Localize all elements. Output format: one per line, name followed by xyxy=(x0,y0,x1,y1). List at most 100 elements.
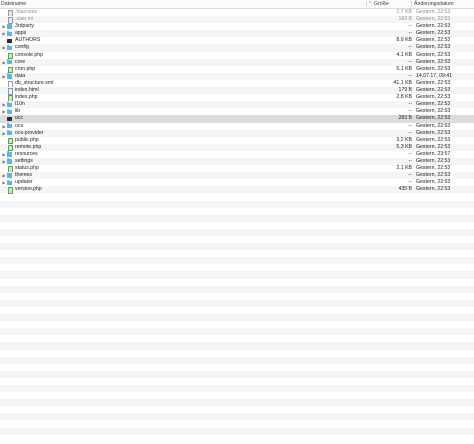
file-row[interactable]: ▶ config -- Gestern, 22:53 xyxy=(0,44,474,52)
file-size: -- xyxy=(408,157,412,164)
empty-row xyxy=(0,293,474,300)
file-row[interactable]: index.html 179 B Gestern, 22:53 xyxy=(0,87,474,95)
file-row[interactable]: ▶ l10n -- Gestern, 22:53 xyxy=(0,101,474,109)
chevron-right-icon[interactable]: ▶ xyxy=(2,59,6,66)
chevron-right-icon[interactable]: ▶ xyxy=(2,130,6,137)
file-modified-date: Gestern, 22:53 xyxy=(416,79,451,86)
file-name: index.php xyxy=(15,94,38,101)
empty-row xyxy=(0,314,474,322)
file-name: .htaccess xyxy=(15,9,37,15)
chevron-right-icon[interactable]: ▶ xyxy=(2,151,6,158)
file-modified-date: 14.07.17, 09:41 xyxy=(416,72,453,79)
file-modified-date: Gestern, 22:53 xyxy=(416,129,451,136)
file-row[interactable]: ▶ lib -- Gestern, 22:53 xyxy=(0,108,474,115)
column-separator[interactable] xyxy=(366,1,367,7)
file-name: l10n xyxy=(15,101,25,108)
file-name: ocs-provider xyxy=(15,129,44,136)
file-name: remote.php xyxy=(15,143,42,150)
file-name: db_structure.xml xyxy=(15,79,54,86)
file-row[interactable]: status.php 2,1 KB Gestern, 22:53 xyxy=(0,165,474,173)
file-row[interactable]: .user.ini 163 B Gestern, 22:53 xyxy=(0,16,474,24)
empty-row xyxy=(0,406,474,413)
file-name: config xyxy=(15,44,29,51)
file-size: -- xyxy=(408,58,412,65)
chevron-right-icon[interactable]: ▶ xyxy=(2,44,6,51)
file-row[interactable]: version.php 435 B Gestern, 22:53 xyxy=(0,186,474,195)
file-row[interactable]: ▶ core -- Gestern, 22:53 xyxy=(0,58,474,66)
chevron-right-icon[interactable]: ▶ xyxy=(2,30,6,37)
chevron-right-icon[interactable]: ▶ xyxy=(2,23,6,30)
empty-row xyxy=(0,370,474,378)
column-header-bar: Dateiname ^ Größe Änderungsdatum xyxy=(0,0,474,9)
chevron-right-icon[interactable]: ▶ xyxy=(2,172,6,179)
empty-row xyxy=(0,427,474,435)
file-name: .user.ini xyxy=(15,16,33,23)
file-modified-date: Gestern, 22:53 xyxy=(416,122,451,129)
file-row[interactable]: ▶ settings -- Gestern, 22:53 xyxy=(0,157,474,166)
empty-row xyxy=(0,285,474,293)
folder-icon xyxy=(7,123,12,129)
file-row[interactable]: AUTHORS 8,9 KB Gestern, 22:53 xyxy=(0,37,474,44)
file-name: version.php xyxy=(15,186,42,193)
folder-icon xyxy=(7,30,12,37)
file-modified-date: Gestern, 22:53 xyxy=(416,101,451,108)
file-name: themes xyxy=(15,172,33,179)
file-modified-date: Gestern, 22:53 xyxy=(416,143,451,150)
chevron-right-icon[interactable]: ▶ xyxy=(2,73,6,80)
chevron-right-icon[interactable]: ▶ xyxy=(2,158,6,165)
chevron-right-icon[interactable]: ▶ xyxy=(2,108,6,115)
empty-row xyxy=(0,271,474,279)
empty-row xyxy=(0,335,474,342)
empty-row xyxy=(0,356,474,364)
empty-row xyxy=(0,392,474,399)
file-modified-date: Gestern, 22:53 xyxy=(416,51,451,58)
file-modified-date: Gestern, 23:57 xyxy=(416,150,451,157)
terminal-executable-icon xyxy=(7,116,13,121)
file-row[interactable]: ▶ resources -- Gestern, 23:57 xyxy=(0,151,474,158)
file-row[interactable]: ▶ themes -- Gestern, 22:53 xyxy=(0,172,474,180)
chevron-right-icon[interactable]: ▶ xyxy=(2,123,6,130)
file-size: -- xyxy=(408,150,412,157)
folder-icon xyxy=(7,73,12,79)
file-row[interactable]: db_structure.xml 41,1 KB Gestern, 22:53 xyxy=(0,79,474,88)
folder-icon xyxy=(7,23,12,29)
file-size: 5,3 KB xyxy=(396,143,412,150)
file-modified-date: Gestern, 22:53 xyxy=(416,23,451,30)
file-size: -- xyxy=(408,179,412,186)
column-separator[interactable] xyxy=(411,1,412,7)
file-row[interactable]: occ 283 B Gestern, 22:53 xyxy=(0,115,474,123)
file-row[interactable]: index.php 2,8 KB Gestern, 22:53 xyxy=(0,94,474,102)
chevron-right-icon[interactable]: ▶ xyxy=(2,179,6,186)
file-row[interactable]: cron.php 5,1 KB Gestern, 22:53 xyxy=(0,66,474,74)
folder-icon xyxy=(7,158,12,164)
file-row[interactable]: remote.php 5,3 KB Gestern, 22:53 xyxy=(0,143,474,152)
chevron-right-icon[interactable]: ▶ xyxy=(2,101,6,108)
file-row[interactable]: .htaccess 2,7 KB Gestern, 22:53 xyxy=(0,9,474,17)
column-header-date[interactable]: Änderungsdatum xyxy=(414,1,454,7)
file-row[interactable]: ▶ 3rdparty -- Gestern, 22:53 xyxy=(0,23,474,30)
file-name: lib xyxy=(15,108,21,115)
file-name: ocs xyxy=(15,122,24,129)
file-size: 2,8 KB xyxy=(396,94,412,101)
file-row[interactable]: ▶ ocs-provider -- Gestern, 22:53 xyxy=(0,129,474,137)
file-row[interactable]: ▶ data -- 14.07.17, 09:41 xyxy=(0,72,474,80)
file-row[interactable]: console.php 4,1 KB Gestern, 22:53 xyxy=(0,51,474,60)
file-size: -- xyxy=(408,23,412,30)
column-header-size[interactable]: Größe xyxy=(374,1,389,7)
empty-row xyxy=(0,228,474,236)
file-modified-date: Gestern, 22:53 xyxy=(416,9,451,15)
file-row[interactable]: public.php 3,2 KB Gestern, 22:53 xyxy=(0,137,474,145)
file-modified-date: Gestern, 22:53 xyxy=(416,115,451,122)
file-row[interactable]: ▶ updater -- Gestern, 22:53 xyxy=(0,179,474,186)
file-name: index.html xyxy=(15,87,39,94)
file-size: 4,1 KB xyxy=(396,51,412,58)
file-size: 8,9 KB xyxy=(396,37,412,44)
file-name: occ xyxy=(15,115,24,122)
file-modified-date: Gestern, 22:53 xyxy=(416,37,451,44)
empty-row xyxy=(0,279,474,286)
file-row[interactable]: ▶ apps -- Gestern, 22:53 xyxy=(0,30,474,38)
column-header-name[interactable]: Dateiname xyxy=(1,1,26,7)
file-size: -- xyxy=(408,108,412,115)
file-size: -- xyxy=(408,72,412,79)
file-row[interactable]: ▶ ocs -- Gestern, 22:53 xyxy=(0,123,474,130)
